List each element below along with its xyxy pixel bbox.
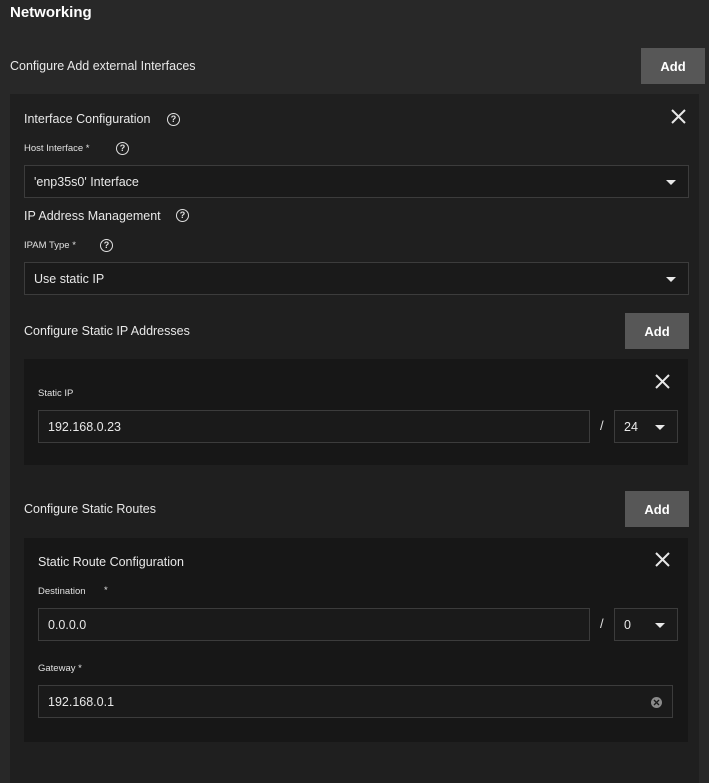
destination-input[interactable]: 0.0.0.0 <box>38 608 590 641</box>
static-ip-input[interactable]: 192.168.0.23 <box>38 410 590 443</box>
add-interface-button[interactable]: Add <box>641 48 705 84</box>
interfaces-section-label: Configure Add external Interfaces <box>10 59 196 73</box>
destination-value: 0.0.0.0 <box>48 617 87 632</box>
static-ip-value: 192.168.0.23 <box>48 419 121 434</box>
page-title: Networking <box>10 4 92 21</box>
static-routes-label: Configure Static Routes <box>24 502 157 516</box>
gateway-input[interactable]: 192.168.0.1 <box>38 685 673 718</box>
close-icon[interactable] <box>671 109 686 124</box>
help-circle-icon[interactable]: ? <box>100 239 113 252</box>
host-interface-label: Host Interface * <box>24 143 90 154</box>
destination-mask-value: 0 <box>624 617 631 632</box>
ipam-heading: IP Address Management <box>24 209 161 223</box>
cidr-separator: / <box>600 616 604 631</box>
cidr-separator: / <box>600 418 604 433</box>
destination-required-marker: * <box>104 585 108 596</box>
clear-icon[interactable] <box>651 697 662 708</box>
close-icon[interactable] <box>655 552 670 567</box>
add-static-ip-button[interactable]: Add <box>625 313 689 349</box>
destination-label: Destination <box>38 586 86 597</box>
gateway-label: Gateway * <box>38 663 82 674</box>
help-circle-icon[interactable]: ? <box>167 113 180 126</box>
ipam-type-value: Use static IP <box>34 271 105 286</box>
static-ip-mask-value: 24 <box>624 419 638 434</box>
host-interface-select[interactable]: 'enp35s0' Interface <box>24 165 689 198</box>
ipam-type-select[interactable]: Use static IP <box>24 262 689 295</box>
help-circle-icon[interactable]: ? <box>116 142 129 155</box>
destination-mask-select[interactable]: 0 <box>614 608 678 641</box>
host-interface-value: 'enp35s0' Interface <box>34 174 139 189</box>
add-static-route-button[interactable]: Add <box>625 491 689 527</box>
static-ip-label: Static IP <box>38 388 74 399</box>
static-ip-mask-select[interactable]: 24 <box>614 410 678 443</box>
static-ips-label: Configure Static IP Addresses <box>24 324 190 338</box>
help-circle-icon[interactable]: ? <box>176 209 189 222</box>
chevron-down-icon <box>666 180 676 185</box>
chevron-down-icon <box>655 623 665 628</box>
chevron-down-icon <box>655 425 665 430</box>
chevron-down-icon <box>666 277 676 282</box>
interface-config-heading: Interface Configuration <box>24 112 151 126</box>
gateway-value: 192.168.0.1 <box>48 694 115 709</box>
close-icon[interactable] <box>655 374 670 389</box>
static-route-heading: Static Route Configuration <box>38 555 184 569</box>
ipam-type-label: IPAM Type * <box>24 240 76 251</box>
